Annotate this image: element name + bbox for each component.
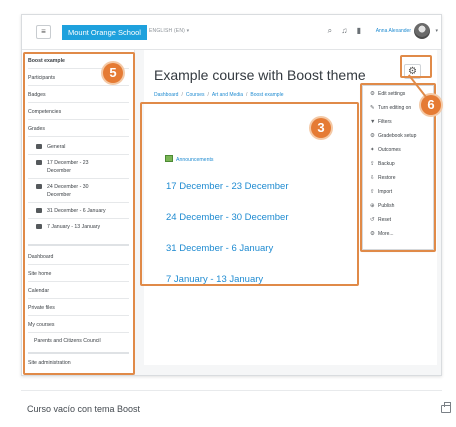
highlight-box-gear <box>400 55 432 78</box>
avatar[interactable] <box>414 23 430 39</box>
screenshot-frame: ≡ Mount Orange School ENGLISH (EN) ▾ ⌕ ♫… <box>21 14 442 376</box>
page: ≡ Mount Orange School ENGLISH (EN) ▾ ⌕ ♫… <box>0 0 456 427</box>
breadcrumb-separator: / <box>246 92 248 98</box>
user-name-link[interactable]: Anna Alexander <box>376 28 411 34</box>
bell-icon[interactable]: ♫ <box>341 26 347 35</box>
breadcrumb-item[interactable]: Boost example <box>250 92 283 98</box>
annotation-badge-3: 3 <box>311 118 331 138</box>
language-menu[interactable]: ENGLISH (EN) ▾ <box>149 28 189 34</box>
breadcrumb-item[interactable]: Courses <box>186 92 205 98</box>
navbar: ≡ Mount Orange School ENGLISH (EN) ▾ ⌕ ♫… <box>22 15 441 50</box>
chat-icon[interactable]: ▮ <box>357 26 361 35</box>
page-title: Example course with Boost theme <box>154 67 366 83</box>
breadcrumb-item[interactable]: Art and Media <box>212 92 243 98</box>
annotation-badge-6: 6 <box>421 95 441 115</box>
chevron-down-icon[interactable]: ▾ <box>435 28 438 34</box>
divider <box>21 390 442 391</box>
fullscreen-icon[interactable] <box>441 402 451 413</box>
highlight-box-drawer <box>23 52 135 375</box>
breadcrumb-item[interactable]: Dashboard <box>154 92 178 98</box>
site-name-link[interactable]: Mount Orange School <box>62 25 147 40</box>
breadcrumb: Dashboard / Courses / Art and Media / Boost ex… <box>154 92 283 98</box>
breadcrumb-separator: / <box>207 92 209 98</box>
image-caption: Curso vacío con tema Boost <box>27 404 141 414</box>
breadcrumb-separator: / <box>181 92 183 98</box>
search-icon[interactable]: ⌕ <box>328 26 332 35</box>
nav-icons: ⌕ ♫ ▮ <box>321 26 361 36</box>
drawer-toggle-button[interactable]: ≡ <box>36 25 51 39</box>
annotation-badge-5: 5 <box>103 63 123 83</box>
